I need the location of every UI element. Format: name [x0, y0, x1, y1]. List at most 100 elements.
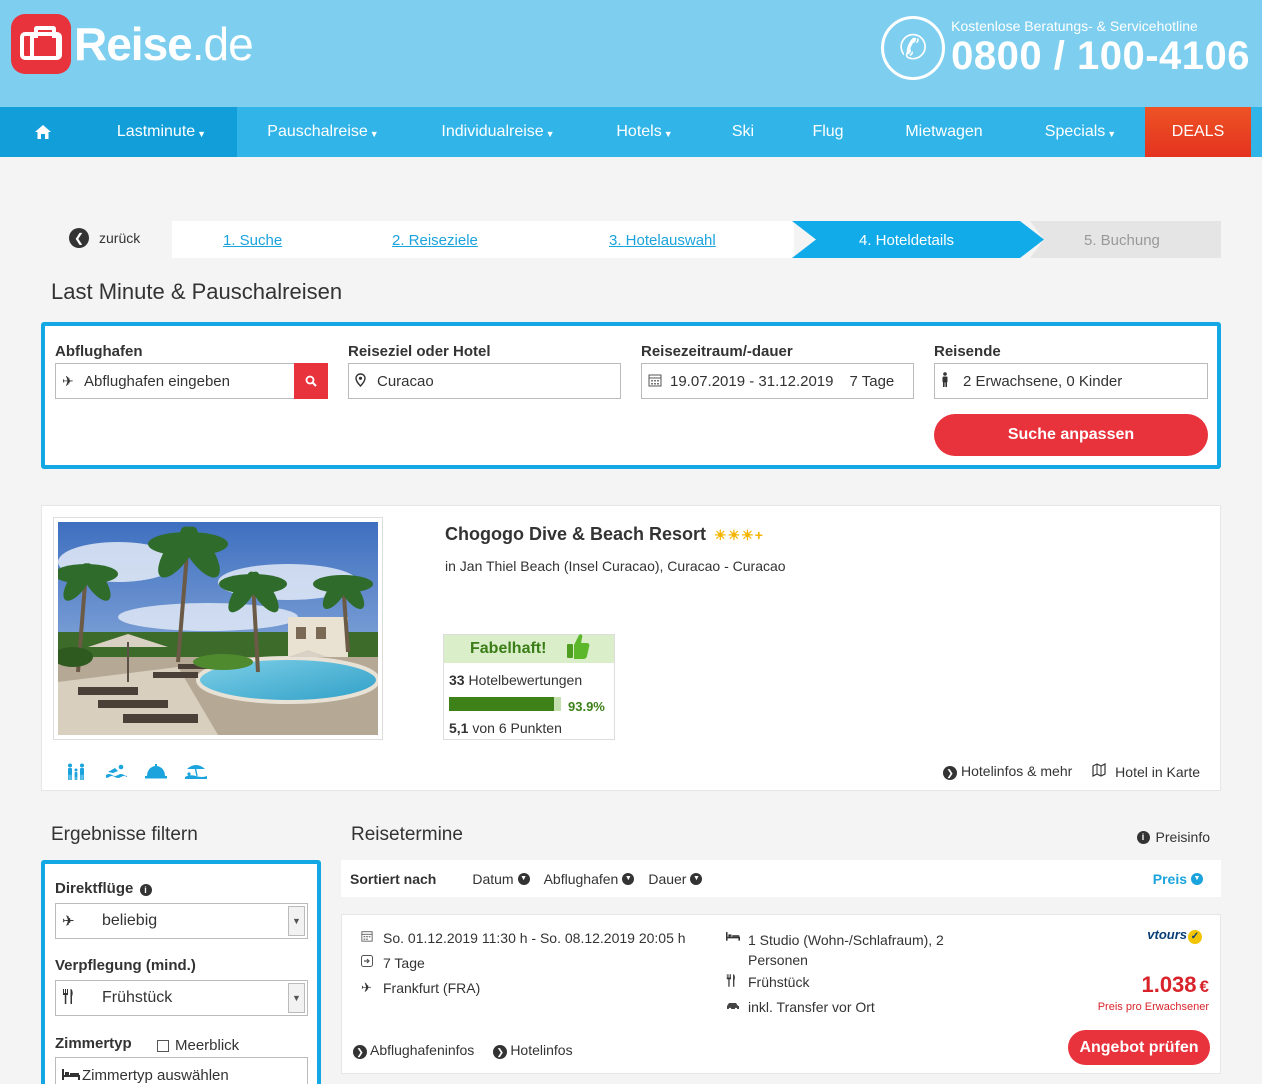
checkbox-icon — [157, 1039, 169, 1052]
hotel-card: Chogogo Dive & Beach Resort ☀☀☀+ in Jan T… — [41, 505, 1221, 791]
destination-label: Reiseziel oder Hotel — [348, 343, 491, 360]
step-hotelauswahl[interactable]: 3. Hotelauswahl — [609, 232, 716, 249]
hotel-info-link[interactable]: ❯ Hotelinfos — [493, 1042, 573, 1059]
hotline-number[interactable]: 0800 / 100-4106 — [951, 34, 1250, 78]
room-type-select[interactable]: Zimmertyp auswählen — [55, 1057, 308, 1084]
bed-icon — [726, 930, 748, 944]
chevron-right-icon: ❯ — [493, 1045, 508, 1059]
chevron-down-icon: ▼ — [517, 872, 530, 885]
hotel-photo[interactable] — [53, 517, 383, 740]
sort-price[interactable]: Preis ▼ — [1153, 871, 1203, 887]
check-icon: ✓ — [1188, 930, 1202, 944]
hotel-map-link[interactable]: Hotel in Karte — [1092, 763, 1200, 780]
family-icon — [62, 763, 90, 783]
step-hoteldetails: 4. Hoteldetails — [859, 232, 955, 249]
offer-board: Frühstück — [726, 974, 809, 990]
destination-input[interactable]: Curacao — [348, 363, 621, 399]
room-type-label: Zimmertyp — [55, 1035, 132, 1052]
home-icon[interactable] — [0, 107, 86, 157]
offer-transfer: inkl. Transfer vor Ort — [726, 999, 875, 1015]
cutlery-icon — [56, 988, 102, 1008]
step-reiseziele[interactable]: 2. Reiseziele — [392, 232, 478, 249]
offer-price: 1.038 € — [1141, 972, 1209, 997]
chevron-down-icon: ▼ — [1191, 872, 1203, 885]
direct-flight-select[interactable]: ✈ beliebig ▼ — [55, 903, 308, 939]
price-info-link[interactable]: i Preisinfo — [1136, 829, 1210, 845]
travellers-input[interactable]: 2 Erwachsene, 0 Kinder — [934, 363, 1208, 399]
nav-specials[interactable]: Specials ▼ — [1016, 107, 1145, 157]
back-link[interactable]: ❮ zurück — [69, 228, 140, 248]
chevron-down-icon: ▼ — [690, 872, 703, 885]
sort-date[interactable]: Datum ▼ — [472, 871, 530, 887]
sort-label: Sortiert nach — [350, 870, 437, 887]
map-icon — [1092, 763, 1110, 780]
caret-down-icon: ▼ — [197, 128, 207, 139]
filter-title: Ergebnisse filtern — [51, 824, 198, 845]
rating-box[interactable]: Fabelhaft! 33 Hotelbewertungen 93.9% 5,1… — [443, 634, 615, 740]
nav-lastminute[interactable]: Lastminute ▼ — [86, 107, 237, 157]
plane-icon: ✈ — [62, 372, 74, 389]
phone-icon: ✆ — [881, 16, 946, 80]
offer-room: 1 Studio (Wohn-/Schlafraum), 2 Personen — [726, 930, 976, 970]
header: Reise.de ✆ Kostenlose Beratungs- & Servi… — [0, 0, 1262, 107]
period-input[interactable]: 19.07.2019 - 31.12.2019 7 Tage — [641, 363, 914, 399]
nav-individualreise[interactable]: Individualreise ▼ — [409, 107, 587, 157]
thumbs-up-icon — [566, 632, 590, 659]
chevron-left-icon: ❮ — [69, 228, 89, 248]
departure-input[interactable]: ✈ Abflughafen eingeben — [55, 363, 328, 399]
service-bell-icon — [142, 763, 170, 783]
rating-label: Fabelhaft! — [470, 640, 547, 657]
operator-logo: vtours ✓ — [1147, 927, 1202, 944]
caret-down-icon: ▼ — [663, 128, 673, 139]
hotline: ✆ Kostenlose Beratungs- & Servicehotline… — [881, 16, 1250, 80]
period-label: Reisezeitraum/-dauer — [641, 343, 793, 360]
step-suche[interactable]: 1. Suche — [223, 232, 282, 249]
nav-hotels[interactable]: Hotels ▼ — [587, 107, 702, 157]
person-icon — [941, 371, 959, 391]
hotel-info-link[interactable]: ❯ Hotelinfos & mehr — [943, 763, 1072, 780]
main-nav: Lastminute ▼ Pauschalreise ▼ Individualrei… — [0, 107, 1262, 157]
price-note: Preis pro Erwachsener — [1097, 1001, 1209, 1013]
map-marker-icon — [355, 372, 373, 390]
nav-flug[interactable]: Flug — [784, 107, 872, 157]
hotel-name: Chogogo Dive & Beach Resort ☀☀☀+ — [445, 524, 764, 544]
logo[interactable]: Reise.de — [11, 14, 254, 74]
calendar-icon — [361, 930, 383, 945]
departure-label: Abflughafen — [55, 343, 143, 360]
score: 5,1 — [449, 720, 469, 736]
booking-steps: ❮ zurück 1. Suche 2. Reiseziele 3. Hotel… — [51, 221, 1221, 258]
caret-down-icon: ▼ — [545, 128, 555, 139]
offer-card: So. 01.12.2019 11:30 h - So. 08.12.2019 … — [341, 914, 1221, 1074]
nav-ski[interactable]: Ski — [702, 107, 784, 157]
caret-down-icon: ▼ — [1107, 128, 1117, 139]
page-title: Last Minute & Pauschalreisen — [51, 279, 343, 304]
seaview-checkbox[interactable]: Meerblick — [157, 1037, 239, 1054]
check-offer-button[interactable]: Angebot prüfen — [1068, 1030, 1210, 1065]
calendar-icon — [648, 373, 666, 390]
recommend-bar — [449, 696, 561, 711]
info-icon[interactable]: i — [139, 884, 152, 896]
results-title: Reisetermine — [351, 824, 463, 845]
car-icon — [726, 999, 748, 1013]
chevron-down-icon: ▼ — [288, 983, 305, 1013]
recommend-percent: 93.9% — [568, 699, 605, 714]
swimming-icon — [102, 763, 130, 783]
sort-duration[interactable]: Dauer ▼ — [648, 871, 703, 887]
offer-airport: ✈ Frankfurt (FRA) — [361, 980, 481, 996]
board-label: Verpflegung (mind.) — [55, 957, 196, 974]
airport-info-link[interactable]: ❯ Abflughafeninfos — [353, 1042, 474, 1059]
filter-panel: Direktflüge i ✈ beliebig ▼ Verpflegung (… — [41, 860, 321, 1084]
hotel-location: in Jan Thiel Beach (Insel Curacao), Cura… — [445, 558, 786, 574]
board-select[interactable]: Frühstück ▼ — [55, 980, 308, 1016]
search-icon[interactable] — [294, 363, 328, 399]
caret-down-icon: ▼ — [369, 128, 379, 139]
suitcase-icon — [11, 14, 71, 74]
sort-airport[interactable]: Abflughafen ▼ — [544, 871, 635, 887]
amenities — [62, 763, 210, 783]
nav-pauschalreise[interactable]: Pauschalreise ▼ — [237, 107, 409, 157]
nav-mietwagen[interactable]: Mietwagen — [872, 107, 1016, 157]
search-submit-button[interactable]: Suche anpassen — [934, 414, 1208, 456]
offer-duration: 7 Tage — [361, 955, 425, 971]
nav-deals[interactable]: DEALS — [1145, 107, 1251, 157]
chevron-right-icon: ❯ — [943, 766, 957, 780]
